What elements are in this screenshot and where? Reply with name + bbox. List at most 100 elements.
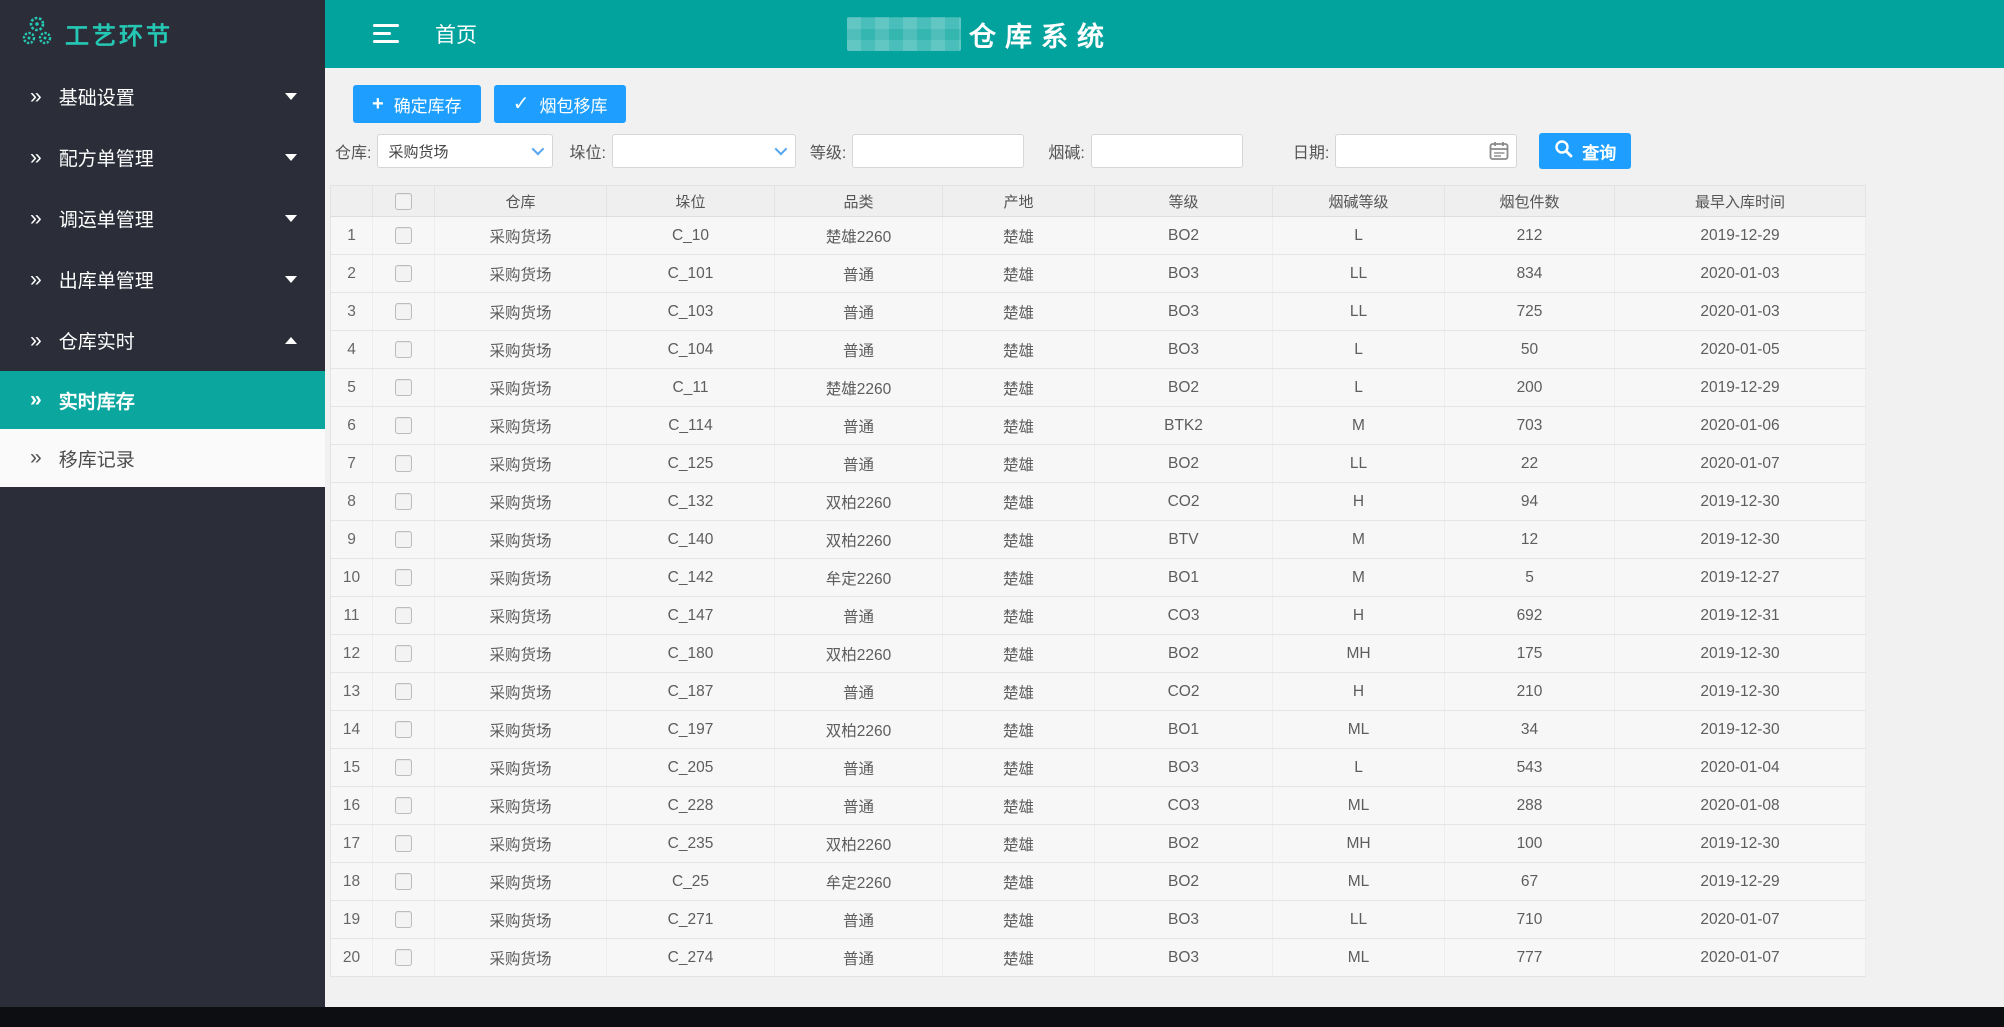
cell-stack: C_228 <box>607 787 775 825</box>
row-checkbox[interactable] <box>395 835 412 852</box>
date-filter-label: 日期: <box>1293 139 1329 163</box>
row-number: 14 <box>331 711 373 749</box>
cell-warehouse: 采购货场 <box>435 331 607 369</box>
cell-count: 212 <box>1445 217 1615 255</box>
search-button[interactable]: 查询 <box>1539 133 1631 169</box>
row-checkbox[interactable] <box>395 607 412 624</box>
row-number: 11 <box>331 597 373 635</box>
cell-warehouse: 采购货场 <box>435 787 607 825</box>
calendar-icon[interactable] <box>1488 140 1510 167</box>
row-checkbox[interactable] <box>395 873 412 890</box>
cell-category: 普通 <box>775 293 943 331</box>
row-checkbox[interactable] <box>395 797 412 814</box>
row-checkbox[interactable] <box>395 379 412 396</box>
row-checkbox[interactable] <box>395 265 412 282</box>
home-tab[interactable]: 首页 <box>435 0 477 68</box>
chevron-up-icon <box>285 337 297 344</box>
chevron-down-icon <box>532 143 545 156</box>
sidebar-item-move-records[interactable]: » 移库记录 <box>0 429 325 487</box>
cell-nicotine: L <box>1273 217 1445 255</box>
cell-nicotine: MH <box>1273 825 1445 863</box>
cell-stack: C_205 <box>607 749 775 787</box>
cell-count: 22 <box>1445 445 1615 483</box>
cell-origin: 楚雄 <box>943 635 1095 673</box>
cell-nicotine: ML <box>1273 787 1445 825</box>
table-row: 14采购货场C_197双柏2260楚雄BO1ML342019-12-30 <box>331 711 1866 749</box>
gears-icon <box>20 14 54 53</box>
cell-count: 703 <box>1445 407 1615 445</box>
row-checkbox-cell <box>373 673 435 711</box>
hamburger-menu-icon[interactable] <box>373 24 399 44</box>
grade-input[interactable] <box>852 134 1024 168</box>
table-row: 8采购货场C_132双柏2260楚雄CO2H942019-12-30 <box>331 483 1866 521</box>
top-header: 首页 仓库系统 <box>325 0 2004 68</box>
double-arrow-icon: » <box>30 329 42 353</box>
cell-count: 725 <box>1445 293 1615 331</box>
move-pack-button[interactable]: ✓ 烟包移库 <box>494 85 627 123</box>
table-row: 7采购货场C_125普通楚雄BO2LL222020-01-07 <box>331 445 1866 483</box>
row-number: 7 <box>331 445 373 483</box>
row-checkbox-cell <box>373 901 435 939</box>
sidebar-item-basic-settings[interactable]: » 基础设置 <box>0 66 325 127</box>
select-all-checkbox[interactable] <box>395 193 412 210</box>
row-checkbox[interactable] <box>395 417 412 434</box>
cell-grade: BTK2 <box>1095 407 1273 445</box>
row-checkbox-cell <box>373 939 435 977</box>
cell-date: 2019-12-27 <box>1615 559 1866 597</box>
cell-warehouse: 采购货场 <box>435 293 607 331</box>
confirm-stock-button[interactable]: + 确定库存 <box>353 85 481 123</box>
cell-count: 175 <box>1445 635 1615 673</box>
row-checkbox[interactable] <box>395 645 412 662</box>
row-checkbox[interactable] <box>395 227 412 244</box>
cell-date: 2020-01-07 <box>1615 939 1866 977</box>
nicotine-input[interactable] <box>1091 134 1243 168</box>
row-checkbox[interactable] <box>395 683 412 700</box>
cell-count: 710 <box>1445 901 1615 939</box>
row-checkbox[interactable] <box>395 759 412 776</box>
cell-category: 普通 <box>775 407 943 445</box>
redacted-title-block <box>847 17 961 51</box>
row-checkbox[interactable] <box>395 569 412 586</box>
row-checkbox[interactable] <box>395 721 412 738</box>
row-checkbox[interactable] <box>395 531 412 548</box>
cell-category: 普通 <box>775 901 943 939</box>
cell-nicotine: LL <box>1273 445 1445 483</box>
cell-category: 普通 <box>775 331 943 369</box>
cell-nicotine: LL <box>1273 901 1445 939</box>
row-checkbox-cell <box>373 255 435 293</box>
select-all-header <box>373 186 435 217</box>
cell-count: 210 <box>1445 673 1615 711</box>
sidebar-item-transfer-orders[interactable]: » 调运单管理 <box>0 188 325 249</box>
col-pack-count: 烟包件数 <box>1445 186 1615 217</box>
row-number: 12 <box>331 635 373 673</box>
cell-nicotine: H <box>1273 597 1445 635</box>
cell-grade: BO3 <box>1095 749 1273 787</box>
cell-date: 2019-12-30 <box>1615 825 1866 863</box>
sidebar-item-outbound-orders[interactable]: » 出库单管理 <box>0 249 325 310</box>
cell-count: 692 <box>1445 597 1615 635</box>
cell-count: 12 <box>1445 521 1615 559</box>
row-checkbox[interactable] <box>395 455 412 472</box>
row-number: 13 <box>331 673 373 711</box>
cell-category: 楚雄2260 <box>775 217 943 255</box>
col-warehouse: 仓库 <box>435 186 607 217</box>
sidebar-item-realtime-stock[interactable]: » 实时库存 <box>0 371 325 429</box>
row-checkbox[interactable] <box>395 911 412 928</box>
cell-date: 2019-12-30 <box>1615 635 1866 673</box>
row-number: 6 <box>331 407 373 445</box>
sidebar-item-label: 移库记录 <box>59 445 135 472</box>
cell-nicotine: M <box>1273 407 1445 445</box>
row-checkbox[interactable] <box>395 341 412 358</box>
sidebar-item-recipe-orders[interactable]: » 配方单管理 <box>0 127 325 188</box>
cell-date: 2020-01-03 <box>1615 255 1866 293</box>
move-pack-label: 烟包移库 <box>539 92 607 117</box>
warehouse-select[interactable]: 采购货场 <box>377 134 553 168</box>
row-checkbox[interactable] <box>395 949 412 966</box>
cell-category: 普通 <box>775 673 943 711</box>
sidebar-item-warehouse-realtime[interactable]: » 仓库实时 <box>0 310 325 371</box>
row-checkbox[interactable] <box>395 493 412 510</box>
row-checkbox[interactable] <box>395 303 412 320</box>
cell-stack: C_142 <box>607 559 775 597</box>
stack-select[interactable] <box>612 134 796 168</box>
stock-table: 仓库 垛位 品类 产地 等级 烟碱等级 烟包件数 最早入库时间 1采购货场C_1… <box>330 185 1865 977</box>
